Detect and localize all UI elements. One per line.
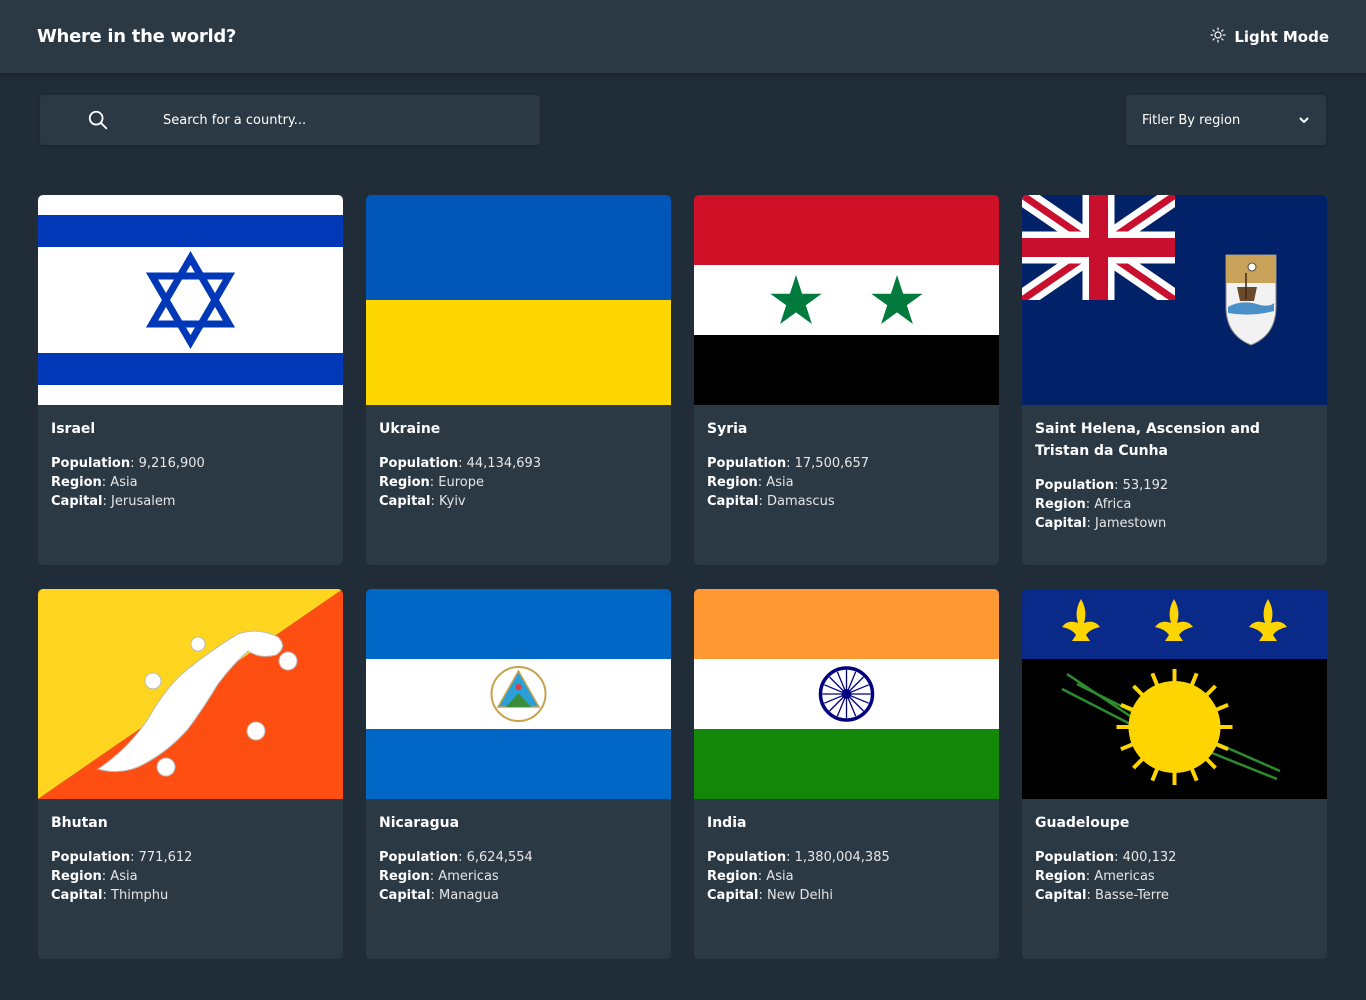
capital-stat: Capital: Managua [379, 888, 499, 903]
region-stat: Region: Asia [51, 869, 138, 884]
nicaragua-flag [366, 589, 671, 799]
population-stat: Population: 6,624,554 [379, 850, 533, 865]
capital-stat: Capital: Thimphu [51, 888, 169, 903]
capital-stat: Capital: Kyiv [379, 494, 466, 509]
population-stat: Population: 9,216,900 [51, 456, 205, 471]
country-card[interactable]: Syria Population: 17,500,657 Region: Asi… [694, 195, 999, 565]
israel-flag [38, 195, 343, 405]
region-stat: Region: Americas [1035, 869, 1155, 884]
population-stat: Population: 53,192 [1035, 478, 1169, 493]
chevron-down-icon [1299, 117, 1309, 123]
country-card[interactable]: Saint Helena, Ascension and Tristan da C… [1022, 195, 1327, 565]
capital-stat: Capital: New Delhi [707, 888, 834, 903]
theme-toggle-button[interactable]: Light Mode [1210, 26, 1329, 47]
search-box[interactable] [40, 95, 540, 145]
region-stat: Region: Americas [379, 869, 499, 884]
india-flag [694, 589, 999, 799]
country-name: Ukraine [379, 421, 441, 437]
capital-stat: Capital: Basse-Terre [1035, 888, 1169, 903]
country-name: Bhutan [51, 815, 108, 831]
capital-stat: Capital: Jamestown [1035, 516, 1167, 531]
search-icon [88, 110, 108, 130]
country-name: Syria [707, 421, 748, 437]
country-grid: Israel Population: 9,216,900 Region: Asi… [38, 195, 1327, 959]
country-name: Israel [51, 421, 96, 437]
region-stat: Region: Asia [707, 869, 794, 884]
country-name: Guadeloupe [1035, 815, 1130, 831]
country-card[interactable]: Israel Population: 9,216,900 Region: Asi… [38, 195, 343, 565]
country-card[interactable]: Bhutan Population: 771,612 Region: Asia … [38, 589, 343, 959]
country-card[interactable]: India Population: 1,380,004,385 Region: … [694, 589, 999, 959]
capital-stat: Capital: Damascus [707, 494, 835, 509]
ukraine-flag [366, 195, 671, 405]
app-header: Where in the world? Light Mode [0, 0, 1366, 73]
region-stat: Region: Africa [1035, 497, 1132, 512]
region-stat: Region: Europe [379, 475, 485, 490]
bhutan-flag [38, 589, 343, 799]
population-stat: Population: 771,612 [51, 850, 193, 865]
region-filter-dropdown[interactable]: Fitler By region [1126, 95, 1326, 145]
country-card[interactable]: Ukraine Population: 44,134,693 Region: E… [366, 195, 671, 565]
sun-icon [1210, 26, 1226, 47]
population-stat: Population: 1,380,004,385 [707, 850, 890, 865]
population-stat: Population: 400,132 [1035, 850, 1177, 865]
country-card[interactable]: Guadeloupe Population: 400,132 Region: A… [1022, 589, 1327, 959]
country-card[interactable]: Nicaragua Population: 6,624,554 Region: … [366, 589, 671, 959]
country-name: Nicaragua [379, 815, 460, 831]
region-filter-label: Fitler By region [1142, 112, 1241, 128]
saint-helena-flag [1022, 195, 1327, 405]
population-stat: Population: 44,134,693 [379, 456, 542, 471]
region-stat: Region: Asia [51, 475, 138, 490]
search-input[interactable] [161, 111, 481, 129]
country-name: Saint Helena, Ascension and Tristan da C… [1035, 421, 1260, 459]
controls-bar: Fitler By region [40, 95, 1326, 145]
capital-stat: Capital: Jerusalem [51, 494, 176, 509]
syria-flag [694, 195, 999, 405]
guadeloupe-flag [1022, 589, 1327, 799]
theme-toggle-label: Light Mode [1234, 27, 1329, 46]
country-name: India [707, 815, 747, 831]
population-stat: Population: 17,500,657 [707, 456, 870, 471]
region-stat: Region: Asia [707, 475, 794, 490]
app-title: Where in the world? [37, 26, 237, 47]
